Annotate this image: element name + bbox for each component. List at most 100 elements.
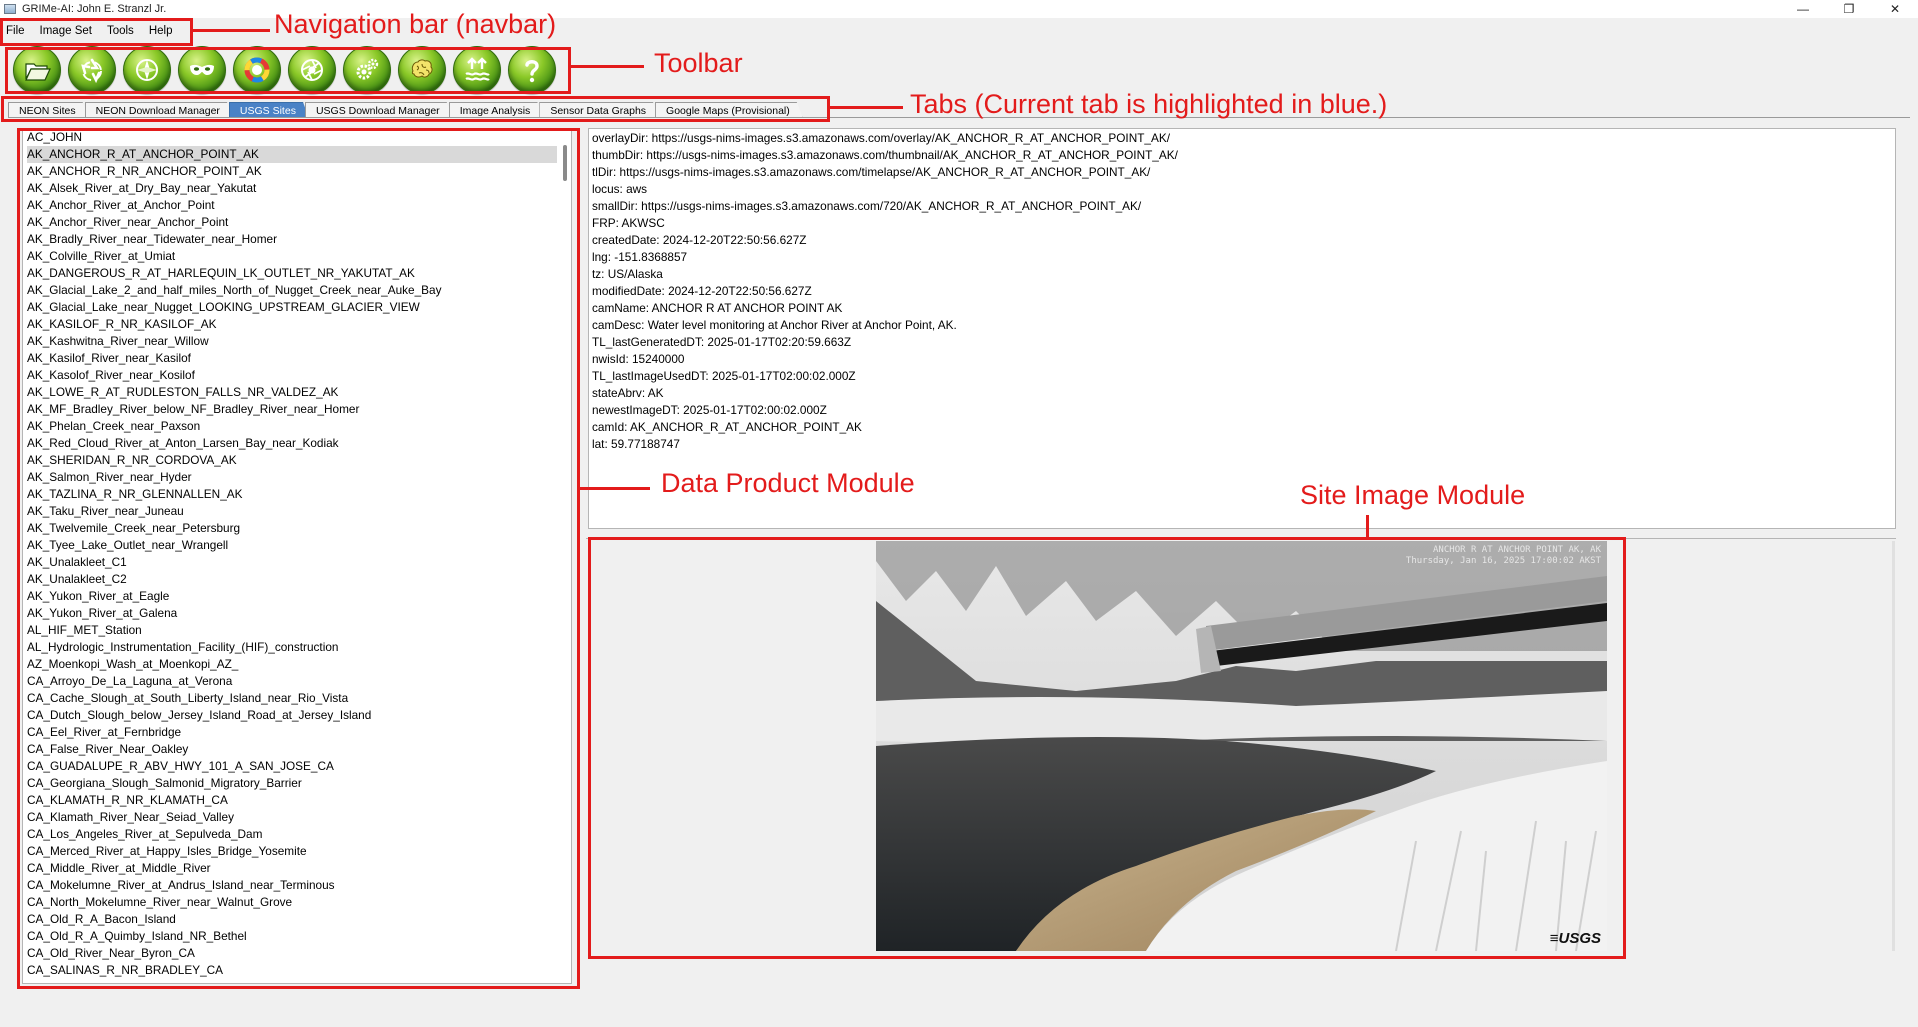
site-list-item[interactable]: AK_SHERIDAN_R_NR_CORDOVA_AK	[27, 452, 561, 469]
app-icon	[4, 4, 16, 14]
site-info-line: overlayDir: https://usgs-nims-images.s3.…	[592, 131, 1171, 145]
site-list-item[interactable]: CA_Merced_River_at_Happy_Isles_Bridge_Yo…	[27, 843, 561, 860]
site-list-item[interactable]: AK_Anchor_River_at_Anchor_Point	[27, 197, 561, 214]
site-list-item[interactable]: AK_Yukon_River_at_Galena	[27, 605, 561, 622]
site-info-line: newestImageDT: 2025-01-17T02:00:02.000Z	[592, 403, 827, 417]
site-list-item[interactable]: AK_Yukon_River_at_Eagle	[27, 588, 561, 605]
site-list-item[interactable]: CA_Georgiana_Slough_Salmonid_Migratory_B…	[27, 775, 561, 792]
site-list-item[interactable]: AK_Unalakleet_C1	[27, 554, 561, 571]
site-list-item[interactable]: CA_False_River_Near_Oakley	[27, 741, 561, 758]
site-list-item[interactable]: CA_SALINAS_R_NR_BRADLEY_CA	[27, 962, 561, 979]
site-list-item[interactable]: CA_Klamath_River_Near_Seiad_Valley	[27, 809, 561, 826]
tab-neon-sites[interactable]: NEON Sites	[8, 102, 89, 118]
maximize-button[interactable]: ❐	[1826, 0, 1872, 18]
site-list-item[interactable]: AK_Twelvemile_Creek_near_Petersburg	[27, 520, 561, 537]
site-list-item[interactable]: CA_Middle_River_at_Middle_River	[27, 860, 561, 877]
site-list-item[interactable]: CA_Cache_Slough_at_South_Liberty_Island_…	[27, 690, 561, 707]
scrollbar-thumb[interactable]	[563, 145, 567, 181]
site-list-item[interactable]: CA_Eel_River_at_Fernbridge	[27, 724, 561, 741]
site-info-line: smallDir: https://usgs-nims-images.s3.am…	[592, 199, 1142, 213]
menu-help[interactable]: Help	[149, 25, 173, 37]
site-list-item[interactable]: AZ_Moenkopi_Wash_at_Moenkopi_AZ_	[27, 656, 561, 673]
site-list-item[interactable]: AC_JOHN	[27, 129, 561, 146]
site-list-item[interactable]: CA_Old_River_Near_Byron_CA	[27, 945, 561, 962]
site-list-item[interactable]: AK_Kashwitna_River_near_Willow	[27, 333, 561, 350]
site-list-item[interactable]: AK_ANCHOR_R_AT_ANCHOR_POINT_AK	[27, 146, 561, 163]
site-list-item[interactable]: CA_Dutch_Slough_below_Jersey_Island_Road…	[27, 707, 561, 724]
site-list-item[interactable]: AK_KASILOF_R_NR_KASILOF_AK	[27, 316, 561, 333]
site-list-item[interactable]: AK_Red_Cloud_River_at_Anton_Larsen_Bay_n…	[27, 435, 561, 452]
site-list-item[interactable]: AK_Colville_River_at_Umiat	[27, 248, 561, 265]
site-list-item[interactable]: AK_ANCHOR_R_NR_ANCHOR_POINT_AK	[27, 163, 561, 180]
menu-tools[interactable]: Tools	[107, 25, 134, 37]
settings-button[interactable]	[343, 46, 391, 94]
tab-neon-download-manager[interactable]: NEON Download Manager	[85, 102, 233, 118]
site-list-scrollbar[interactable]	[557, 129, 571, 983]
site-list-item[interactable]: AK_Unalakleet_C2	[27, 571, 561, 588]
image-area-divider	[586, 538, 1896, 539]
color-wheel-button[interactable]	[233, 46, 281, 94]
site-info-line: tz: US/Alaska	[592, 267, 663, 281]
menu-image-set[interactable]: Image Set	[40, 25, 92, 37]
tab-google-maps[interactable]: Google Maps (Provisional)	[655, 102, 803, 118]
site-list-item[interactable]: AK_Kasilof_River_near_Kasilof	[27, 350, 561, 367]
tab-bar: NEON Sites NEON Download Manager USGS Si…	[8, 101, 799, 118]
site-list-item[interactable]: AK_Phelan_Creek_near_Paxson	[27, 418, 561, 435]
site-list-item[interactable]: AK_Tyee_Lake_Outlet_near_Wrangell	[27, 537, 561, 554]
site-list[interactable]: AC_JOHN AK_ANCHOR_R_AT_ANCHOR_POINT_AK AK_…	[22, 128, 572, 984]
site-list-item[interactable]: AK_Anchor_River_near_Anchor_Point	[27, 214, 561, 231]
aperture-button[interactable]	[288, 46, 336, 94]
open-folder-button[interactable]	[13, 46, 61, 94]
site-list-item[interactable]: CA_Mokelumne_River_at_Andrus_Island_near…	[27, 877, 561, 894]
site-list-item[interactable]: AK_Glacial_Lake_near_Nugget_LOOKING_UPST…	[27, 299, 561, 316]
window-controls: — ❐ ✕	[1780, 0, 1918, 18]
recycle-button[interactable]	[68, 46, 116, 94]
site-list-item[interactable]: AK_Taku_River_near_Juneau	[27, 503, 561, 520]
image-scrollbar[interactable]	[1892, 541, 1895, 951]
site-info-line: thumbDir: https://usgs-nims-images.s3.am…	[592, 148, 1178, 162]
site-list-item[interactable]: AK_Kasolof_River_near_Kosilof	[27, 367, 561, 384]
site-list-item[interactable]: AL_HIF_MET_Station	[27, 622, 561, 639]
site-list-item[interactable]: CA_GUADALUPE_R_ABV_HWY_101_A_SAN_JOSE_CA	[27, 758, 561, 775]
site-list-item[interactable]: CA_Arroyo_De_La_Laguna_at_Verona	[27, 673, 561, 690]
site-list-item[interactable]: AK_LOWE_R_AT_RUDLESTON_FALLS_NR_VALDEZ_A…	[27, 384, 561, 401]
minimize-button[interactable]: —	[1780, 0, 1826, 18]
site-info-line: lat: 59.77188747	[592, 437, 680, 451]
site-list-item[interactable]: AK_MF_Bradley_River_below_NF_Bradley_Riv…	[27, 401, 561, 418]
site-list-item[interactable]: CA_North_Mokelumne_River_near_Walnut_Gro…	[27, 894, 561, 911]
tab-sensor-data-graphs[interactable]: Sensor Data Graphs	[539, 102, 659, 118]
mask-button[interactable]	[178, 46, 226, 94]
site-list-item[interactable]: AK_Bradly_River_near_Tidewater_near_Home…	[27, 231, 561, 248]
menu-file[interactable]: File	[6, 25, 25, 37]
annotation-tabs-line	[830, 106, 903, 109]
site-info-line: createdDate: 2024-12-20T22:50:56.627Z	[592, 233, 807, 247]
close-button[interactable]: ✕	[1872, 0, 1918, 18]
site-list-item[interactable]: CA_Old_R_A_Bacon_Island	[27, 911, 561, 928]
site-info-line: lng: -151.8368857	[592, 250, 688, 264]
annotation-tabs-label: Tabs (Current tab is highlighted in blue…	[910, 89, 1388, 119]
toolbar	[13, 46, 563, 94]
site-list-item[interactable]: AK_Salmon_River_near_Hyder	[27, 469, 561, 486]
site-list-item[interactable]: CA_Old_R_A_Quimby_Island_NR_Bethel	[27, 928, 561, 945]
site-list-item[interactable]: AL_Hydrologic_Instrumentation_Facility_(…	[27, 639, 561, 656]
site-list-item[interactable]: CA_Los_Angeles_River_at_Sepulveda_Dam	[27, 826, 561, 843]
tab-usgs-sites[interactable]: USGS Sites	[229, 102, 309, 118]
site-list-item[interactable]: AK_DANGEROUS_R_AT_HARLEQUIN_LK_OUTLET_NR…	[27, 265, 561, 282]
site-info-line: TL_lastGeneratedDT: 2025-01-17T02:20:59.…	[592, 335, 852, 349]
site-list-item[interactable]: AK_TAZLINA_R_NR_GLENNALLEN_AK	[27, 486, 561, 503]
caption-site-name: ANCHOR R AT ANCHOR POINT AK, AK	[1433, 545, 1601, 555]
tab-divider	[8, 117, 1910, 118]
annotation-toolbar-line	[571, 65, 644, 68]
site-info-line: stateAbrv: AK	[592, 386, 664, 400]
compass-button[interactable]	[123, 46, 171, 94]
site-list-item[interactable]: AK_Alsek_River_at_Dry_Bay_near_Yakutat	[27, 180, 561, 197]
tab-usgs-download-manager[interactable]: USGS Download Manager	[305, 102, 453, 118]
site-list-item[interactable]: CA_KLAMATH_R_NR_KLAMATH_CA	[27, 792, 561, 809]
water-level-button[interactable]	[453, 46, 501, 94]
brain-button[interactable]	[398, 46, 446, 94]
site-list-item[interactable]: AK_Glacial_Lake_2_and_half_miles_North_o…	[27, 282, 561, 299]
usgs-logo: ≡USGS	[1549, 930, 1601, 947]
tab-image-analysis[interactable]: Image Analysis	[449, 102, 544, 118]
help-button[interactable]	[508, 46, 556, 94]
gears-icon	[356, 58, 379, 80]
